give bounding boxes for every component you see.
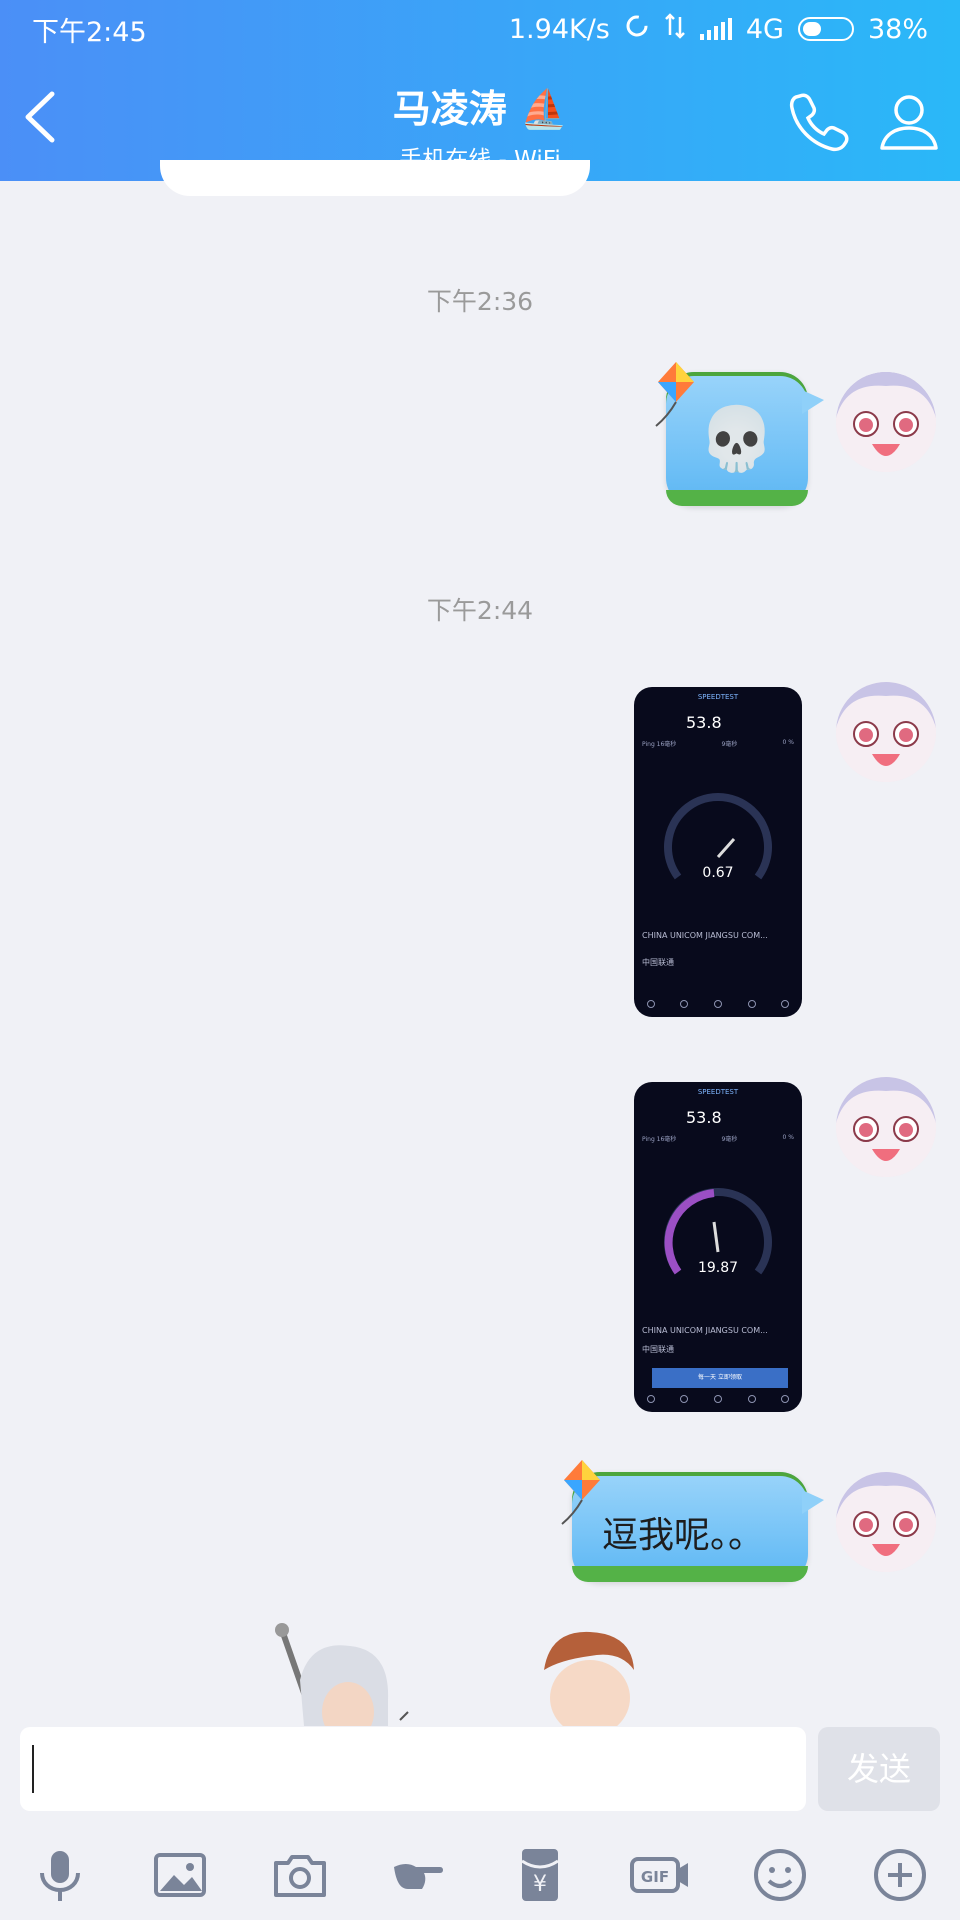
profile-button[interactable] — [876, 88, 942, 154]
person-icon — [880, 95, 938, 150]
skull-icon: 💀 — [698, 402, 776, 475]
my-avatar[interactable] — [836, 1077, 936, 1177]
speedtest-isp: CHINA UNICOM JIANGSU COM... — [642, 1326, 768, 1335]
image-message[interactable]: SPEEDTEST 53.8 Ping 16毫秒 9毫秒 0 % 0.67 CH… — [634, 687, 802, 1017]
emoji-icon — [754, 1849, 806, 1901]
emoji-button[interactable] — [747, 1842, 813, 1908]
text-caret — [32, 1745, 34, 1793]
speed-gauge — [664, 793, 772, 880]
speedtest-tab-bar — [634, 1390, 802, 1408]
network-type: 4G — [745, 13, 784, 45]
anime-avatar-icon — [836, 1472, 936, 1572]
kite-icon — [655, 362, 694, 427]
red-packet-glyph: ¥ — [533, 1872, 547, 1897]
camera-button[interactable] — [267, 1842, 333, 1908]
poke-button[interactable] — [387, 1842, 453, 1908]
message-input[interactable] — [20, 1727, 806, 1811]
image-message[interactable]: SPEEDTEST 53.8 Ping 16毫秒 9毫秒 0 % 19.87 C… — [634, 1082, 802, 1412]
phone-icon — [789, 93, 849, 152]
send-button[interactable]: 发送 — [818, 1727, 940, 1811]
speedtest-carrier: 中国联通 — [642, 958, 674, 967]
bubble-grass-decoration — [572, 1566, 808, 1582]
timestamp: 下午2:36 — [426, 287, 534, 316]
speedtest-isp: CHINA UNICOM JIANGSU COM... — [642, 931, 768, 940]
network-speed: 1.94K/s — [508, 13, 610, 45]
input-toolbar: ¥ GIF — [0, 1830, 960, 1920]
status-bar: 下午2:45 1.94K/s 4G 38% — [0, 0, 960, 58]
bubble-grass-decoration — [666, 490, 808, 506]
previous-message-bubble[interactable] — [160, 160, 590, 196]
message-text: 逗我呢。。 — [602, 1515, 765, 1556]
speedtest-tab-bar — [634, 995, 802, 1013]
speedtest-download: 53.8 — [686, 713, 722, 732]
battery-icon — [797, 17, 854, 41]
speedtest-ad-banner: 每一天 立即领取 — [652, 1368, 788, 1388]
image-icon — [154, 1853, 206, 1897]
speedtest-loss: 0 % — [782, 739, 794, 746]
speedtest-stats: Ping 16毫秒 9毫秒 0 % — [642, 739, 794, 748]
bubble-tail — [802, 1490, 824, 1514]
more-button[interactable] — [867, 1842, 933, 1908]
my-avatar[interactable] — [836, 372, 936, 472]
speedtest-download: 53.8 — [686, 1108, 722, 1127]
sync-icon — [624, 13, 650, 46]
bubble-tail — [802, 390, 824, 414]
sticker-characters[interactable] — [260, 1620, 680, 1726]
speed-gauge — [664, 1188, 772, 1275]
gif-icon: GIF — [630, 1857, 688, 1893]
photo-button[interactable] — [147, 1842, 213, 1908]
anime-avatar-icon — [836, 1077, 936, 1177]
poke-icon — [394, 1864, 443, 1889]
anime-avatar-icon — [836, 682, 936, 782]
my-avatar[interactable] — [836, 682, 936, 782]
speedtest-jitter: 9毫秒 — [721, 1136, 738, 1143]
microphone-icon — [40, 1851, 80, 1901]
red-packet-button[interactable]: ¥ — [507, 1842, 573, 1908]
anime-avatar-icon — [836, 372, 936, 472]
gif-button[interactable]: GIF — [627, 1842, 693, 1908]
speedtest-app-name: SPEEDTEST — [697, 693, 739, 701]
battery-percent: 38% — [867, 13, 928, 45]
timestamp: 下午2:44 — [426, 596, 534, 625]
status-indicators: 1.94K/s 4G 38% — [508, 12, 928, 46]
speedtest-jitter: 9毫秒 — [721, 741, 738, 748]
signal-icon — [699, 18, 732, 40]
plus-icon — [874, 1849, 926, 1901]
voice-call-button[interactable] — [786, 88, 852, 154]
data-transfer-icon — [664, 12, 686, 46]
speedtest-stats: Ping 16毫秒 9毫秒 0 % — [642, 1134, 794, 1143]
gif-glyph: GIF — [641, 1868, 669, 1886]
chat-header: 下午2:45 1.94K/s 4G 38% 马凌涛 ⛵ 手机在线 - WiFi — [0, 0, 960, 181]
red-packet-icon: ¥ — [521, 1849, 559, 1901]
camera-icon — [274, 1855, 326, 1897]
speedtest-carrier: 中国联通 — [642, 1345, 674, 1354]
speedtest-ping: Ping 16毫秒 — [642, 1136, 677, 1143]
speedtest-gauge-value: 19.87 — [697, 1260, 739, 1276]
character-sticker-icon — [275, 1623, 634, 1726]
speedtest-ping: Ping 16毫秒 — [642, 741, 677, 748]
status-time: 下午2:45 — [32, 16, 147, 48]
my-avatar[interactable] — [836, 1472, 936, 1572]
speedtest-loss: 0 % — [782, 1134, 794, 1141]
kite-icon — [561, 1460, 600, 1525]
speedtest-gauge-value: 0.67 — [702, 865, 734, 881]
voice-button[interactable] — [27, 1842, 93, 1908]
speedtest-app-name: SPEEDTEST — [697, 1088, 739, 1096]
